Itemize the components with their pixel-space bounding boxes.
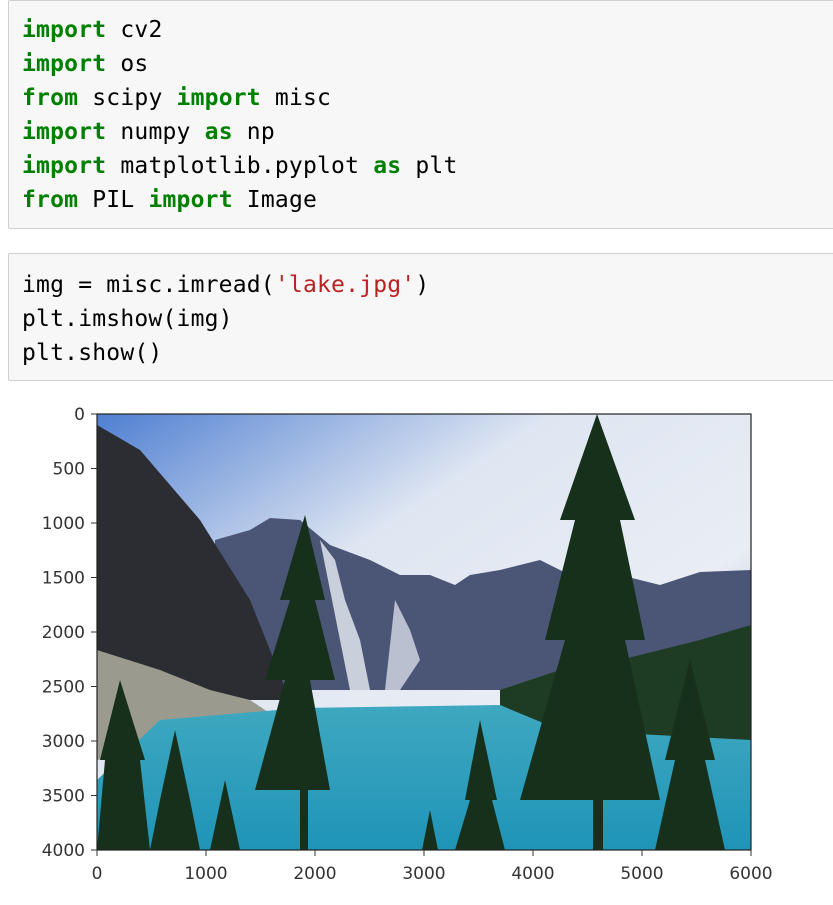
code-token: scipy [78, 85, 177, 111]
code-keyword: as [373, 153, 402, 179]
x-tick-label: 6000 [729, 864, 772, 884]
code-line: from scipy import misc [22, 81, 458, 115]
code-token: os [106, 51, 149, 77]
code-token: numpy [106, 119, 205, 145]
code-keyword: as [204, 119, 233, 145]
y-tick-label: 1500 [42, 569, 85, 589]
x-axis: 0 1000 2000 3000 4000 5000 6000 [92, 850, 773, 884]
code-token: img = misc.imread( [22, 272, 275, 298]
code-token: Image [232, 187, 318, 213]
code-line: from PIL import Image [22, 183, 458, 217]
code-token: misc [260, 85, 332, 111]
code-token: cv2 [106, 17, 163, 43]
imshow-output-figure: 0 1000 2000 3000 4000 5000 6000 0 500 1000 1500 20… [42, 405, 773, 884]
code-token: PIL [78, 187, 149, 213]
y-tick-label: 3500 [42, 787, 85, 807]
code-keyword: import [22, 153, 107, 179]
y-tick-label: 3000 [42, 732, 85, 752]
code-keyword: from [22, 85, 79, 111]
code-line: import os [22, 47, 458, 81]
code-cell-imports[interactable]: import cv2 import os from scipy import mis… [8, 0, 833, 229]
x-tick-label: 0 [92, 864, 103, 884]
code-keyword: import [176, 85, 261, 111]
y-tick-label: 4000 [42, 841, 85, 861]
code-cell-imshow[interactable]: img = misc.imread('lake.jpg') plt.imshow(… [8, 253, 833, 381]
y-tick-label: 0 [74, 405, 85, 425]
code-line: import cv2 [22, 13, 458, 47]
x-tick-label: 2000 [293, 864, 336, 884]
code-line: img = misc.imread('lake.jpg') [22, 268, 429, 302]
y-tick-label: 500 [53, 460, 85, 480]
code-token: np [232, 119, 275, 145]
code-token: plt [401, 153, 458, 179]
code-line: plt.show() [22, 336, 429, 370]
code-token: matplotlib.pyplot [106, 153, 374, 179]
y-tick-label: 2500 [42, 678, 85, 698]
x-tick-label: 5000 [620, 864, 663, 884]
code-keyword: import [22, 119, 107, 145]
code-token: ) [415, 272, 430, 298]
code-keyword: import [148, 187, 233, 213]
code-string: 'lake.jpg' [274, 272, 416, 298]
x-tick-label: 3000 [402, 864, 445, 884]
x-tick-label: 1000 [184, 864, 227, 884]
code-keyword: import [22, 51, 107, 77]
code-line: plt.imshow(img) [22, 302, 429, 336]
y-tick-label: 2000 [42, 623, 85, 643]
code-token: plt.imshow(img) [22, 306, 233, 332]
y-tick-label: 1000 [42, 514, 85, 534]
x-tick-label: 4000 [511, 864, 554, 884]
code-editor[interactable]: import cv2 import os from scipy import mis… [22, 13, 458, 217]
code-line: import numpy as np [22, 115, 458, 149]
code-keyword: from [22, 187, 79, 213]
code-line: import matplotlib.pyplot as plt [22, 149, 458, 183]
y-axis: 0 500 1000 1500 2000 2500 3000 3500 4000 [42, 405, 97, 861]
lake-photo [97, 414, 751, 850]
code-token: plt.show() [22, 340, 163, 366]
code-keyword: import [22, 17, 107, 43]
code-editor[interactable]: img = misc.imread('lake.jpg') plt.imshow(… [22, 268, 429, 370]
